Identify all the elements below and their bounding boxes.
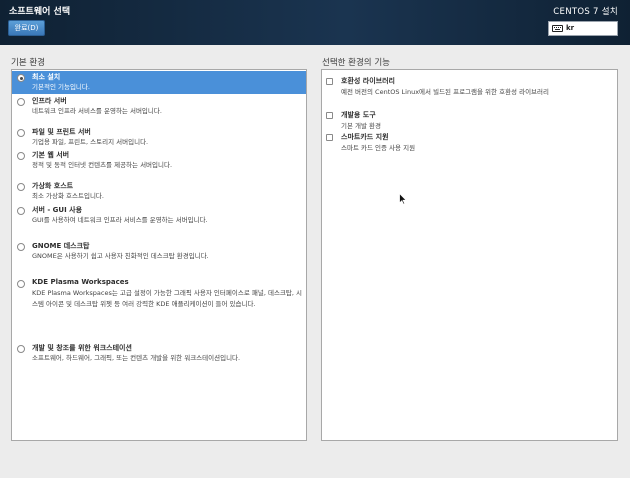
env-item-minimal[interactable]: 최소 설치 기본적인 기능입니다. [12, 71, 306, 94]
addon-desc: 기본 개발 환경 [341, 122, 382, 130]
env-item-virtualization-host[interactable]: 가상화 호스트 최소 가상화 호스트입니다. [12, 180, 306, 202]
env-desc: 정적 및 동적 인터넷 컨텐츠를 제공하는 서버입니다. [32, 161, 173, 169]
addons-list: 호환성 라이브러리 예전 버전의 CentOS Linux에서 빌드된 프로그램… [321, 69, 618, 441]
keyboard-layout-indicator[interactable]: kr [548, 21, 618, 36]
checkbox[interactable] [326, 112, 333, 119]
addon-name: 개발용 도구 [341, 111, 376, 119]
env-name: 서버 - GUI 사용 [32, 206, 83, 214]
env-item-development-workstation[interactable]: 개발 및 창조를 위한 워크스테이션 소프트웨어, 하드웨어, 그래픽, 또는 … [12, 342, 306, 364]
addon-desc: 스마트 카드 인증 사용 지원 [341, 144, 416, 152]
radio-button[interactable] [17, 98, 25, 106]
checkbox[interactable] [326, 78, 333, 85]
checkbox[interactable] [326, 134, 333, 141]
env-name: 최소 설치 [32, 73, 61, 81]
env-item-gnome-desktop[interactable]: GNOME 데스크탑 GNOME은 사용하기 쉽고 사용자 친화적인 데스크탑 … [12, 240, 306, 262]
base-environment-list: 최소 설치 기본적인 기능입니다. 인프라 서버 네트워크 인프라 서비스를 운… [11, 69, 307, 441]
addon-name: 스마트카드 지원 [341, 133, 389, 141]
base-environment-title: 기본 환경 [11, 58, 45, 68]
radio-button[interactable] [17, 207, 25, 215]
env-desc: KDE Plasma Workspaces는 고급 설정이 가능한 그래픽 사용… [32, 289, 302, 308]
env-name: 파일 및 프린트 서버 [32, 128, 91, 136]
keyboard-icon [552, 25, 563, 32]
env-name: GNOME 데스크탑 [32, 242, 90, 250]
env-desc: 기본적인 기능입니다. [32, 83, 90, 91]
env-name: 인프라 서버 [32, 97, 67, 105]
env-desc: GUI를 사용하여 네트워크 인프라 서비스를 운영하는 서버입니다. [32, 216, 208, 224]
radio-button[interactable] [17, 152, 25, 160]
addon-development-tools[interactable]: 개발용 도구 기본 개발 환경 [322, 109, 617, 131]
env-name: 기본 웹 서버 [32, 151, 70, 159]
addon-compat-libraries[interactable]: 호환성 라이브러리 예전 버전의 CentOS Linux에서 빌드된 프로그램… [322, 75, 617, 97]
page-title: 소프트웨어 선택 [9, 7, 71, 17]
radio-button[interactable] [17, 280, 25, 288]
done-button[interactable]: 완료(D) [8, 20, 45, 36]
addon-name: 호환성 라이브러리 [341, 77, 395, 85]
env-desc: 최소 가상화 호스트입니다. [32, 192, 104, 200]
env-desc: 소프트웨어, 하드웨어, 그래픽, 또는 컨텐츠 개발을 위한 워크스테이션입니… [32, 354, 241, 362]
env-item-file-print-server[interactable]: 파일 및 프린트 서버 기업용 파일, 프린트, 스토리지 서버입니다. [12, 126, 306, 148]
mouse-pointer-icon [399, 193, 407, 205]
addon-desc: 예전 버전의 CentOS Linux에서 빌드된 프로그램을 위한 호환성 라… [341, 88, 549, 96]
env-name: KDE Plasma Workspaces [32, 278, 129, 286]
header-bar: 소프트웨어 선택 완료(D) CENTOS 7 설치 kr [0, 0, 630, 45]
env-desc: GNOME은 사용하기 쉽고 사용자 친화적인 데스크탑 환경입니다. [32, 252, 209, 260]
env-item-infrastructure-server[interactable]: 인프라 서버 네트워크 인프라 서비스를 운영하는 서버입니다. [12, 95, 306, 117]
product-title: CENTOS 7 설치 [553, 7, 618, 17]
keyboard-layout-label: kr [566, 24, 575, 32]
addon-smart-card-support[interactable]: 스마트카드 지원 스마트 카드 인증 사용 지원 [322, 131, 617, 153]
env-desc: 기업용 파일, 프린트, 스토리지 서버입니다. [32, 138, 149, 146]
radio-button-selected[interactable] [17, 74, 25, 82]
radio-button[interactable] [17, 129, 25, 137]
env-item-kde-plasma[interactable]: KDE Plasma Workspaces KDE Plasma Workspa… [12, 277, 306, 323]
radio-button[interactable] [17, 345, 25, 353]
env-item-server-with-gui[interactable]: 서버 - GUI 사용 GUI를 사용하여 네트워크 인프라 서비스를 운영하는… [12, 204, 306, 226]
env-name: 가상화 호스트 [32, 182, 74, 190]
env-name: 개발 및 창조를 위한 워크스테이션 [32, 344, 132, 352]
radio-button[interactable] [17, 183, 25, 191]
env-desc: 네트워크 인프라 서비스를 운영하는 서버입니다. [32, 107, 162, 115]
radio-button[interactable] [17, 243, 25, 251]
addons-title: 선택한 환경의 기능 [322, 58, 390, 68]
env-item-basic-web-server[interactable]: 기본 웹 서버 정적 및 동적 인터넷 컨텐츠를 제공하는 서버입니다. [12, 149, 306, 171]
